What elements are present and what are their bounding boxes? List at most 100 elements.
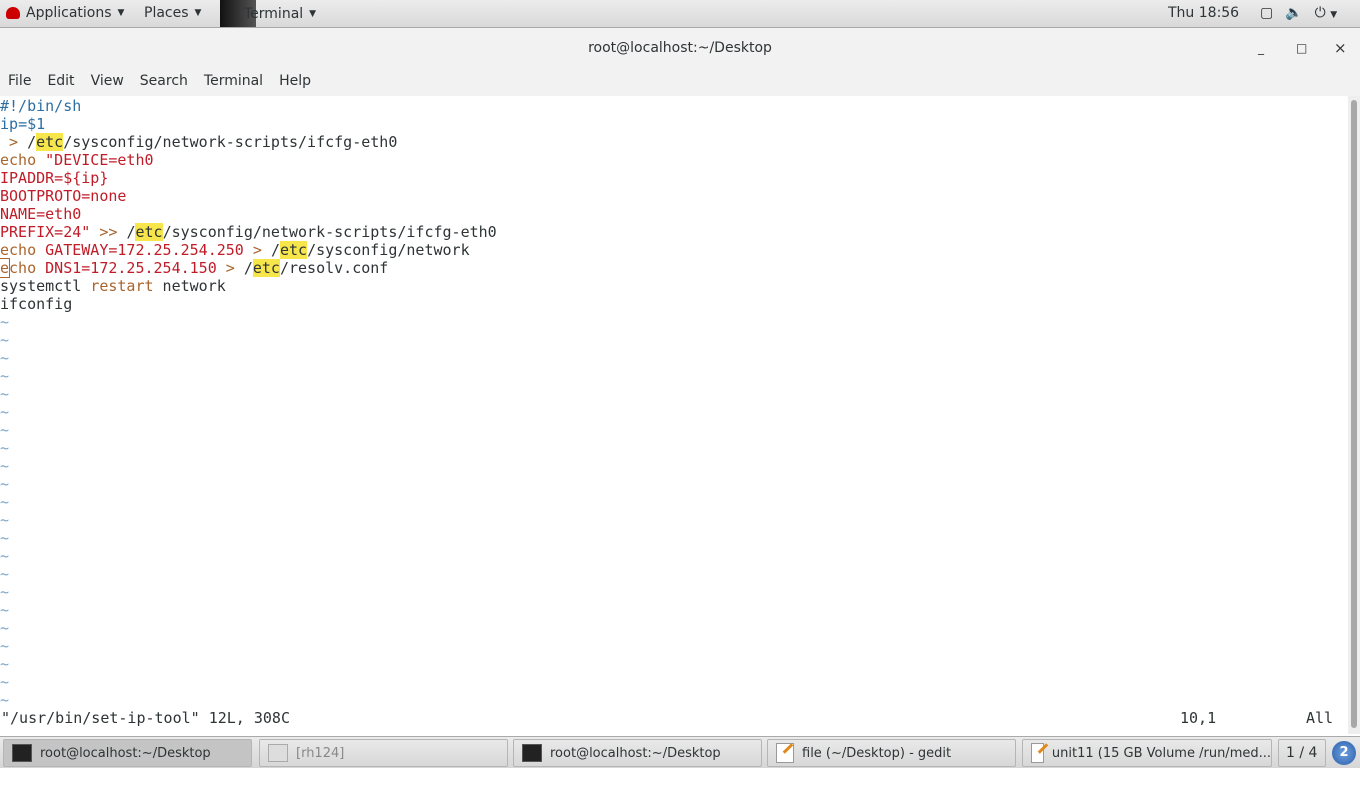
clock[interactable]: Thu 18:56 — [1168, 5, 1239, 21]
code-token: echo — [0, 151, 46, 169]
places-label: Places — [144, 5, 189, 21]
maximize-button[interactable]: □ — [1296, 28, 1307, 68]
code-token: IPADDR=${ip} — [0, 169, 109, 187]
notification-count: 2 — [1339, 745, 1349, 760]
task-gedit-unit11[interactable]: unit11 (15 GB Volume /run/med... — [1022, 739, 1272, 767]
code-token: >> — [90, 223, 127, 241]
minimize-button[interactable]: _ — [1258, 28, 1264, 68]
code-token: / — [270, 241, 280, 259]
applications-menu[interactable]: Applications ▼ — [6, 5, 124, 21]
code-token: /sysconfig/network-scripts/ifcfg-eth0 — [63, 133, 398, 151]
empty-line-marker: ~ — [0, 691, 10, 706]
task-label: root@localhost:~/Desktop — [550, 745, 721, 761]
task-terminal-1[interactable]: root@localhost:~/Desktop — [3, 739, 252, 767]
workspace-switcher[interactable]: 1 / 4 — [1278, 739, 1326, 767]
empty-line-marker: ~ — [0, 403, 10, 421]
task-terminal-2[interactable]: root@localhost:~/Desktop — [513, 739, 762, 767]
notification-badge[interactable]: 2 — [1332, 741, 1356, 765]
top-panel: Applications ▼ Places ▼ Terminal ▼ Thu 18:5… — [0, 0, 1360, 28]
power-icon: ⏻ ▼ — [1314, 5, 1338, 21]
chevron-down-icon: ▼ — [309, 8, 317, 19]
cursor-position: 10,1 — [1180, 709, 1217, 727]
terminal-icon — [522, 744, 542, 762]
applications-label: Applications — [26, 5, 112, 21]
empty-line-marker: ~ — [0, 673, 10, 691]
vim-status-line: "/usr/bin/set-ip-tool" 12L, 308C 10,1 Al… — [0, 708, 1348, 728]
scroll-position: All — [1306, 709, 1334, 727]
window-title: root@localhost:~/Desktop — [588, 40, 772, 56]
code-token: "DEVICE=eth0 — [45, 151, 154, 169]
code-token: /sysconfig/network — [307, 241, 470, 259]
empty-line-marker: ~ — [0, 655, 10, 673]
code-token: DNS1=172.25.254.150 — [45, 259, 217, 277]
terminal-icon — [12, 744, 32, 762]
empty-line-marker: ~ — [0, 493, 10, 511]
code-line: NAME=eth0 — [0, 205, 1348, 223]
empty-line-marker: ~ — [0, 349, 10, 367]
code-token: /sysconfig/network-scripts/ifcfg-eth0 — [162, 223, 497, 241]
empty-line-marker: ~ — [0, 439, 10, 457]
empty-line-marker: ~ — [0, 313, 10, 331]
empty-line-marker: ~ — [0, 601, 10, 619]
workspace-label: 1 / 4 — [1286, 745, 1318, 761]
menu-view[interactable]: View — [83, 68, 132, 96]
code-token: systemctl — [0, 277, 91, 295]
code-token: restart — [90, 277, 154, 295]
scrollbar-thumb[interactable] — [1351, 100, 1357, 728]
code-token: > — [216, 259, 244, 277]
clock-label: Thu 18:56 — [1168, 5, 1240, 21]
code-token: > — [243, 241, 271, 259]
chevron-down-icon: ▼ — [194, 8, 202, 18]
menu-bar: File Edit View Search Terminal Help — [0, 68, 1360, 96]
scrollbar[interactable] — [1348, 96, 1360, 734]
task-label: root@localhost:~/Desktop — [40, 745, 211, 761]
menu-edit[interactable]: Edit — [39, 68, 82, 96]
empty-line-marker: ~ — [0, 565, 10, 583]
menu-search[interactable]: Search — [132, 68, 196, 96]
places-menu[interactable]: Places ▼ — [144, 5, 201, 21]
redhat-logo-icon — [6, 7, 20, 19]
empty-line-marker: ~ — [0, 331, 10, 349]
task-rh124[interactable]: [rh124] — [259, 739, 508, 767]
code-token: ip — [0, 115, 19, 133]
file-info: "/usr/bin/set-ip-tool" 12L, 308C — [1, 709, 290, 727]
empty-line-marker: ~ — [0, 457, 10, 475]
code-line: echo DNS1=172.25.254.150 > /etc/resolv.c… — [0, 258, 1348, 278]
code-token: GATEWAY=172.25.254.250 — [45, 241, 244, 259]
code-token: PREFIX=24" — [0, 223, 91, 241]
code-line: ifconfig — [0, 295, 1348, 313]
empty-line-marker: ~ — [0, 529, 10, 547]
code-token: > — [0, 133, 28, 151]
terminal-label: Terminal — [244, 5, 304, 22]
menu-file[interactable]: File — [0, 68, 39, 96]
terminal-app-menu[interactable]: Terminal ▼ — [220, 0, 316, 27]
terminal-content[interactable]: #!/bin/sh ip=$1 > /etc/sysconfig/network-… — [0, 96, 1348, 706]
empty-line-marker: ~ — [0, 367, 10, 385]
task-label: file (~/Desktop) - gedit — [802, 745, 952, 761]
empty-line-marker: ~ — [0, 511, 10, 529]
empty-line-marker: ~ — [0, 637, 10, 655]
chevron-down-icon: ▼ — [117, 8, 125, 18]
code-line: ip=$1 — [0, 115, 1348, 133]
code-token: cho — [9, 259, 46, 277]
code-token: /resolv.conf — [279, 259, 389, 277]
code-token: #!/bin/sh — [0, 97, 82, 115]
close-button[interactable]: × — [1334, 28, 1347, 68]
code-line: IPADDR=${ip} — [0, 169, 1348, 187]
code-token: etc — [252, 259, 280, 277]
code-line: echo GATEWAY=172.25.254.250 > /etc/sysco… — [0, 241, 1348, 259]
menu-terminal[interactable]: Terminal — [196, 68, 271, 96]
code-token: e — [0, 258, 11, 278]
task-gedit-file[interactable]: file (~/Desktop) - gedit — [767, 739, 1016, 767]
code-token: NAME=eth0 — [0, 205, 82, 223]
menu-help[interactable]: Help — [271, 68, 319, 96]
code-line: echo "DEVICE=eth0 — [0, 151, 1348, 169]
code-token: / — [243, 259, 253, 277]
empty-line-marker: ~ — [0, 619, 10, 637]
system-menu[interactable]: ▢ 🔈 ⏻ ▼ — [1260, 5, 1337, 21]
code-line: systemctl restart network — [0, 277, 1348, 295]
code-token: etc — [135, 223, 163, 241]
code-line: BOOTPROTO=none — [0, 187, 1348, 205]
code-token: =$1 — [18, 115, 46, 133]
empty-line-marker: ~ — [0, 583, 10, 601]
